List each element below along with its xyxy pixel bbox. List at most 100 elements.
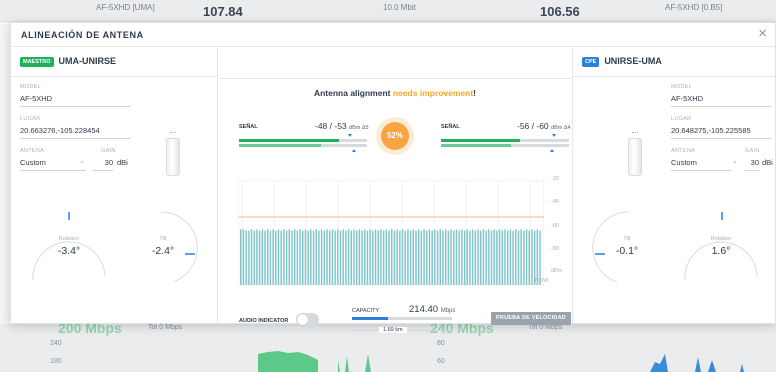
chart-bar — [420, 230, 423, 285]
chart-bar — [310, 229, 312, 285]
chart-bar — [364, 229, 366, 285]
signal-value-right: -56 / -60 dBm Δ4 — [517, 121, 571, 131]
audio-indicator-toggle[interactable] — [296, 313, 319, 326]
chart-bar — [474, 230, 477, 285]
chart-bar — [377, 230, 380, 285]
antenna-select[interactable]: Custom — [20, 158, 86, 171]
y-axis-tick: -40 — [551, 199, 559, 205]
signal-unit-right: dBm Δ4 — [551, 125, 571, 131]
cpe-device-header: CPE UNIRSE-UMA — [582, 56, 662, 67]
chart-bar — [361, 230, 363, 285]
chart-bar — [372, 230, 374, 285]
chart-bar — [504, 229, 506, 285]
speed-test-button[interactable]: PRUEBA DE VELOCIDAD — [491, 312, 571, 325]
chart-bar — [285, 230, 288, 285]
location-field[interactable]: 20.663276,-105.228454 — [20, 126, 130, 139]
chart-bar — [517, 230, 520, 285]
tilt-label: Tilt — [159, 236, 167, 242]
gain-field[interactable]: 30 — [745, 158, 759, 171]
chart-bar — [280, 230, 282, 285]
chevron-down-icon[interactable]: ⌄ — [732, 157, 738, 165]
chart-bar — [439, 229, 442, 285]
chart-bar — [248, 230, 250, 285]
chart-bar — [355, 230, 358, 285]
chart-bar — [423, 229, 425, 285]
modal-header: ALINEACIÓN DE ANTENA × — [11, 23, 775, 47]
chart-bar — [450, 229, 452, 285]
chart-bar — [256, 229, 258, 285]
capacity-number: 214.40 — [409, 304, 439, 315]
alignment-status: needs improvement — [392, 88, 474, 98]
antenna-device-icon — [628, 132, 642, 176]
chart-bar — [339, 230, 342, 285]
role-badge-master: MAESTRO — [20, 57, 54, 67]
capacity-unit: Mbps — [440, 308, 456, 314]
master-device-header: MAESTRO UMA-UNIRSE — [20, 56, 116, 67]
chart-bar — [275, 230, 277, 285]
bg-value-right: 106.56 — [540, 4, 580, 19]
chart-bar — [342, 229, 344, 285]
chart-bar — [407, 229, 409, 285]
chart-bar — [477, 229, 479, 285]
bg-center-label: 10.0 Mbit — [383, 3, 416, 12]
chart-bar — [512, 230, 514, 285]
signal-bar-left-2 — [239, 144, 321, 147]
chart-bar — [461, 229, 463, 285]
location-label: LUGAR — [671, 116, 692, 122]
alignment-title: Antenna alignment needs improvement! — [219, 88, 571, 98]
chart-bar — [453, 230, 455, 285]
chart-bar — [374, 229, 377, 285]
bg-device-label-right: AF-5XHD [0.B5] — [665, 3, 723, 12]
chart-bar — [401, 229, 404, 285]
capacity-value: 214.40 Mbps — [409, 304, 455, 315]
chart-bar — [358, 229, 361, 285]
orientation-dials — [592, 211, 758, 283]
y-axis-tick: -80 — [551, 246, 559, 252]
chart-bar — [323, 230, 326, 285]
chart-bar — [328, 230, 331, 285]
signal-target-marker — [348, 134, 352, 137]
chart-bar — [299, 229, 301, 285]
chart-bar — [431, 230, 433, 285]
model-field[interactable]: AF-5XHD — [20, 94, 130, 107]
signal-bar-right — [441, 139, 521, 142]
gain-field[interactable]: 30 — [93, 158, 113, 171]
chart-bar — [525, 229, 528, 285]
rotation-value: -3.4° — [57, 245, 81, 257]
signal-target-marker — [352, 149, 356, 152]
signal-target-marker — [552, 134, 556, 137]
rotation-value: 1.6° — [711, 245, 731, 257]
chart-bar — [293, 229, 296, 285]
x-axis-now-label: NOW — [535, 278, 549, 284]
chevron-down-icon[interactable]: ⌄ — [79, 157, 85, 165]
chart-bar — [391, 229, 393, 285]
alignment-percent-gauge: 52% — [376, 117, 414, 155]
y-axis-tick: -60 — [551, 223, 559, 229]
chart-bar — [272, 229, 274, 285]
antenna-label: ANTENA — [671, 148, 696, 154]
chart-bar — [302, 230, 304, 285]
signal-value-left: -48 / -53 dBm Δ5 — [315, 121, 369, 131]
chart-bar — [258, 230, 261, 285]
chart-bar — [353, 229, 355, 285]
chart-bar — [337, 229, 339, 285]
model-field[interactable]: AF-5XHD — [671, 94, 771, 107]
antenna-alignment-modal: ALINEACIÓN DE ANTENA × MAESTRO UMA-UNIRSE… — [10, 22, 776, 333]
chart-bar — [312, 230, 315, 285]
chart-bar — [455, 229, 458, 285]
chart-bar — [385, 229, 388, 285]
chart-bar — [277, 229, 280, 285]
chart-bar — [498, 229, 501, 285]
chart-bar — [531, 229, 533, 285]
signal-unit-left: dBm Δ5 — [349, 125, 369, 131]
chart-bar — [245, 230, 247, 285]
chart-bar — [266, 229, 269, 285]
close-icon[interactable]: × — [758, 26, 767, 41]
chart-bar — [428, 229, 431, 285]
modal-title: ALINEACIÓN DE ANTENA — [21, 30, 144, 40]
role-badge-cpe: CPE — [582, 57, 600, 67]
location-field[interactable]: 20.648275,-105.225585 — [671, 126, 771, 139]
alignment-panel: Antenna alignment needs improvement! SEÑ… — [219, 48, 571, 333]
antenna-select[interactable]: Custom — [671, 158, 731, 171]
alignment-title-suffix: ! — [473, 88, 477, 98]
